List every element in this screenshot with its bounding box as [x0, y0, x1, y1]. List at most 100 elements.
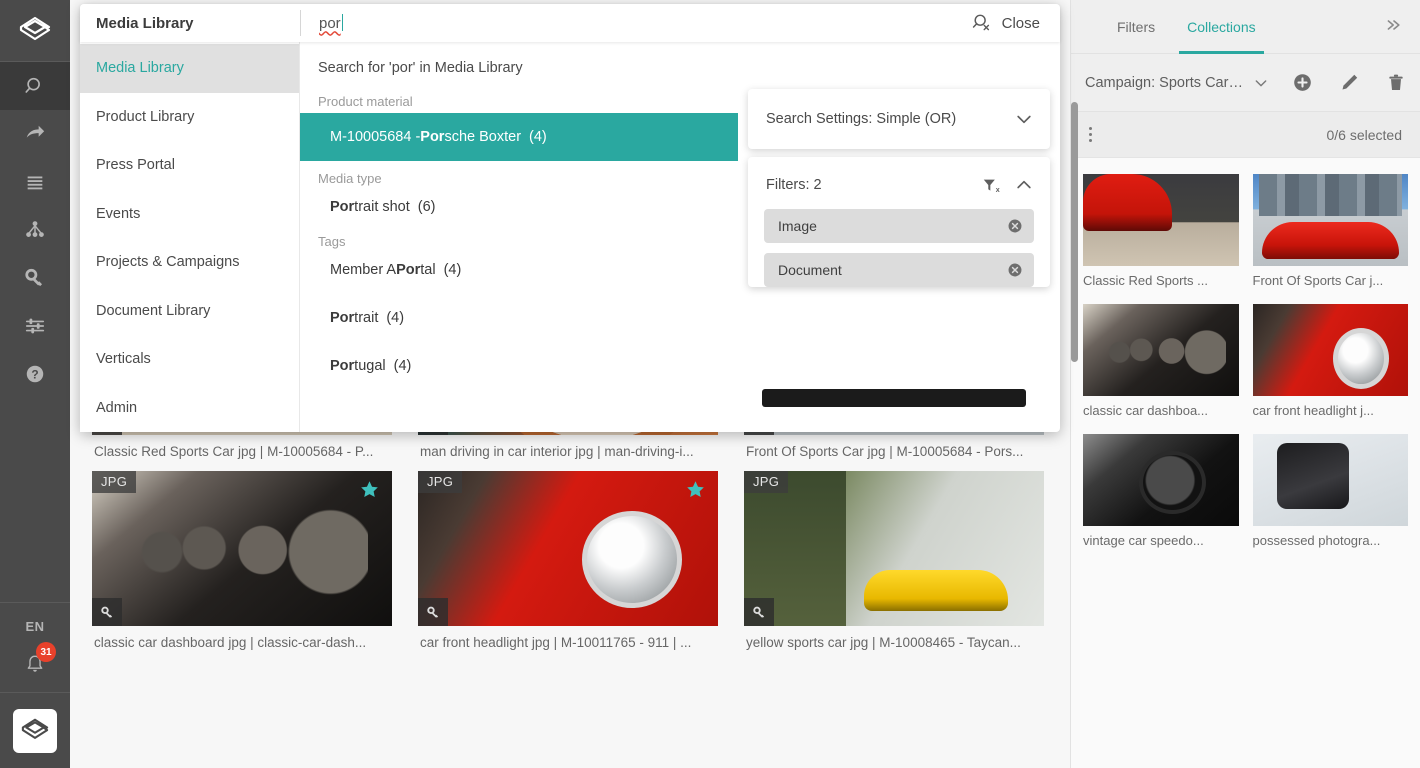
collection-item-thumbnail[interactable] — [1252, 434, 1408, 526]
key-icon — [100, 606, 112, 618]
rail-bottom: EN 31 — [0, 602, 70, 768]
filter-chip[interactable]: Document — [764, 253, 1034, 287]
collection-item-thumbnail[interactable] — [1252, 174, 1408, 266]
language-selector[interactable]: EN — [25, 613, 44, 644]
asset-caption: classic car dashboard jpg | classic-car-… — [94, 635, 367, 650]
rail-item-lists[interactable] — [0, 158, 70, 206]
collection-item-caption: vintage car speedo... — [1083, 533, 1204, 548]
filters-label: Filters: 2 — [766, 177, 822, 193]
filters-card: Filters: 2 x Image Document — [748, 157, 1050, 287]
search-input-value: por — [319, 14, 341, 32]
collection-item-caption: Front Of Sports Car j... — [1252, 273, 1384, 288]
modal-scrollbar[interactable] — [1071, 102, 1078, 362]
asset-card[interactable]: JPG classic car dashboard jpg | classic-… — [92, 471, 392, 650]
remove-filter-button[interactable] — [1006, 261, 1024, 279]
rail-item-share[interactable] — [0, 110, 70, 158]
search-modal-body: Media Library Product Library Press Port… — [80, 42, 1078, 433]
search-settings-row[interactable]: Search Settings: Simple (OR) — [748, 89, 1050, 149]
asset-thumbnail[interactable]: JPG — [418, 471, 718, 626]
more-vertical-icon — [1089, 133, 1092, 136]
collection-item[interactable]: Front Of Sports Car j... — [1252, 174, 1408, 288]
asset-caption: Front Of Sports Car jpg | M-10005684 - P… — [746, 444, 1024, 459]
collection-item-caption: classic car dashboa... — [1083, 403, 1209, 418]
tab-collections[interactable]: Collections — [1171, 0, 1271, 54]
close-search-button[interactable]: Close — [961, 12, 1060, 34]
more-vertical-icon — [1089, 127, 1092, 130]
rail-item-search[interactable] — [0, 62, 70, 110]
brand-logo-icon — [21, 718, 49, 739]
nav-item-document-library[interactable]: Document Library — [80, 287, 299, 336]
suggestion-item[interactable]: Por tugal (4) — [300, 349, 738, 383]
suggestion-item[interactable]: M-10005684 - Por sche Boxter (4) — [300, 113, 738, 161]
search-suggestions: Search for 'por' in Media Library Produc… — [300, 42, 738, 432]
search-icon — [25, 77, 40, 93]
add-collection-button[interactable] — [1292, 72, 1313, 93]
asset-card[interactable]: JPG yellow sports car jpg | M-10008465 -… — [744, 471, 1044, 650]
notifications-button[interactable]: 31 — [15, 642, 56, 684]
collection-item-caption: car front headlight j... — [1252, 403, 1374, 418]
collection-dropdown-button[interactable] — [1253, 75, 1269, 91]
rail-item-settings[interactable] — [0, 302, 70, 350]
rights-badge — [744, 598, 774, 626]
suggestion-match: Por — [330, 199, 355, 215]
nav-item-verticals[interactable]: Verticals — [80, 335, 299, 384]
nav-item-projects-campaigns[interactable]: Projects & Campaigns — [80, 238, 299, 287]
nav-item-admin[interactable]: Admin — [80, 384, 299, 433]
right-panel: Filters Collections Campaign: Sports Car… — [1070, 0, 1420, 768]
rail-item-rights[interactable] — [0, 254, 70, 302]
search-input[interactable]: por — [301, 13, 961, 33]
clear-filters-button[interactable]: x — [981, 176, 1000, 195]
collection-item[interactable]: Classic Red Sports ... — [1083, 174, 1239, 288]
asset-thumbnail[interactable]: JPG — [744, 471, 1044, 626]
suggestion-item[interactable]: Member A Por tal (4) — [300, 253, 738, 287]
suggestion-match: Por — [330, 358, 355, 374]
brand-logo[interactable] — [0, 0, 70, 62]
edit-collection-button[interactable] — [1339, 72, 1360, 93]
collapse-panel-button[interactable] — [1384, 17, 1404, 37]
close-circle-icon — [1008, 263, 1022, 277]
suggestion-suffix: trait shot — [354, 199, 410, 215]
nav-item-press-portal[interactable]: Press Portal — [80, 141, 299, 190]
asset-card[interactable]: JPG car front headlight jpg | M-10011765… — [418, 471, 718, 650]
asset-caption: Classic Red Sports Car jpg | M-10005684 … — [94, 444, 374, 459]
collection-item[interactable]: possessed photogra... — [1252, 434, 1408, 548]
rail-item-hierarchy[interactable] — [0, 206, 70, 254]
asset-thumbnail[interactable]: JPG — [92, 471, 392, 626]
collection-actions — [1292, 72, 1406, 93]
nav-item-events[interactable]: Events — [80, 190, 299, 239]
collection-item-thumbnail[interactable] — [1252, 304, 1408, 396]
filter-chip[interactable]: Image — [764, 209, 1034, 243]
collection-item-thumbnail[interactable] — [1083, 434, 1239, 526]
collection-item[interactable]: vintage car speedo... — [1083, 434, 1239, 548]
collection-item-thumbnail[interactable] — [1083, 304, 1239, 396]
asset-caption: man driving in car interior jpg | man-dr… — [420, 444, 694, 459]
chevrons-right-icon — [1387, 19, 1400, 30]
delete-collection-button[interactable] — [1386, 72, 1406, 93]
collection-item-thumbnail[interactable] — [1083, 174, 1239, 266]
collection-item[interactable]: classic car dashboa... — [1083, 304, 1239, 418]
left-rail: ? EN 31 — [0, 0, 70, 768]
collection-name[interactable]: Campaign: Sports Car P... — [1085, 75, 1245, 91]
filters-actions: x — [981, 175, 1034, 195]
suggestion-item[interactable]: Por trait (4) — [300, 301, 738, 335]
remove-filter-button[interactable] — [1006, 217, 1024, 235]
favorite-badge[interactable] — [685, 479, 706, 505]
filter-clear-icon: x — [983, 179, 1000, 193]
nav-item-product-library[interactable]: Product Library — [80, 93, 299, 142]
search-all-option[interactable]: Search for 'por' in Media Library — [300, 46, 738, 84]
collection-menu-button[interactable] — [1089, 127, 1092, 142]
suggestion-match: Por — [396, 262, 421, 278]
svg-text:x: x — [996, 185, 1000, 193]
tab-filters[interactable]: Filters — [1101, 0, 1171, 54]
suggestion-item[interactable]: Por trait shot (6) — [300, 190, 738, 224]
favorite-badge[interactable] — [359, 479, 380, 505]
collection-item[interactable]: car front headlight j... — [1252, 304, 1408, 418]
rail-item-help[interactable]: ? — [0, 350, 70, 398]
account-avatar[interactable] — [13, 708, 57, 753]
nav-item-media-library[interactable]: Media Library — [80, 44, 299, 93]
search-settings-toggle[interactable] — [1014, 109, 1034, 129]
key-icon — [426, 606, 438, 618]
collapse-filters-button[interactable] — [1014, 175, 1034, 195]
suggestion-group-title: Media type — [318, 171, 382, 186]
filters-row: Filters: 2 x — [748, 157, 1050, 209]
